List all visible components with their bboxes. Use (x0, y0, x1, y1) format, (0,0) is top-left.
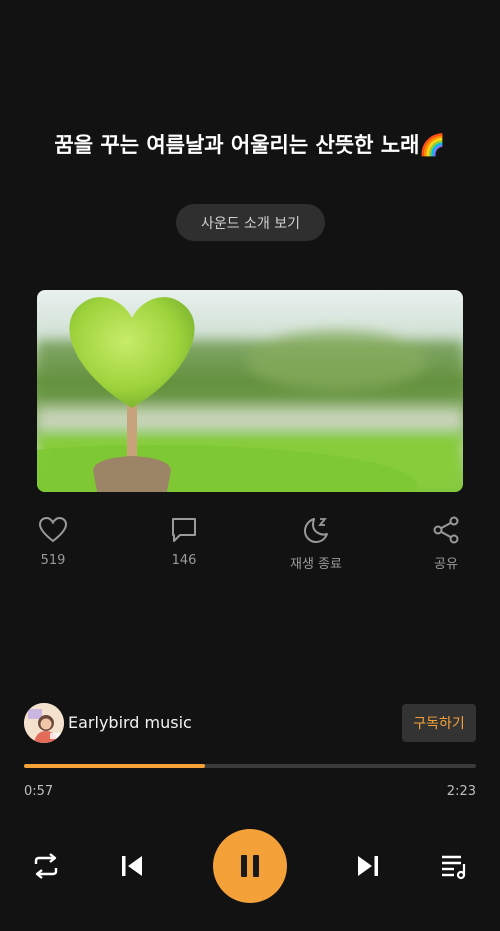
total-time: 2:23 (446, 784, 476, 799)
subscribe-button[interactable]: 구독하기 (402, 704, 476, 742)
track-title: 꿈을 꾸는 여름날과 어울리는 산뜻한 노래🌈 (54, 133, 446, 157)
share-label: 공유 (434, 557, 458, 572)
comment-count: 146 (171, 553, 197, 568)
share-icon (433, 516, 459, 544)
current-time: 0:57 (24, 784, 54, 799)
like-count: 519 (40, 553, 66, 568)
share-button[interactable]: 공유 (401, 515, 491, 572)
channel-avatar[interactable] (24, 703, 64, 743)
comment-button[interactable]: 146 (139, 515, 229, 568)
next-button[interactable] (350, 848, 386, 884)
heart-icon (38, 516, 68, 543)
progress-bar[interactable] (24, 764, 476, 768)
pause-icon (241, 855, 259, 877)
pause-button[interactable] (213, 829, 287, 903)
sleep-timer-label: 재생 종료 (290, 557, 342, 572)
cover-image (37, 290, 463, 492)
repeat-button[interactable] (28, 848, 64, 884)
repeat-icon (34, 853, 58, 879)
like-button[interactable]: 519 (8, 515, 98, 568)
previous-icon (122, 856, 142, 876)
sound-intro-button[interactable]: 사운드 소개 보기 (176, 204, 325, 241)
next-icon (358, 856, 378, 876)
comment-icon (172, 518, 196, 542)
previous-button[interactable] (114, 848, 150, 884)
playlist-icon (442, 855, 466, 880)
sleep-timer-button[interactable]: 재생 종료 (271, 515, 361, 572)
channel-name[interactable]: Earlybird music (68, 713, 192, 732)
progress-fill (24, 764, 205, 768)
playlist-button[interactable] (436, 848, 472, 884)
moon-sleep-icon (304, 518, 328, 543)
